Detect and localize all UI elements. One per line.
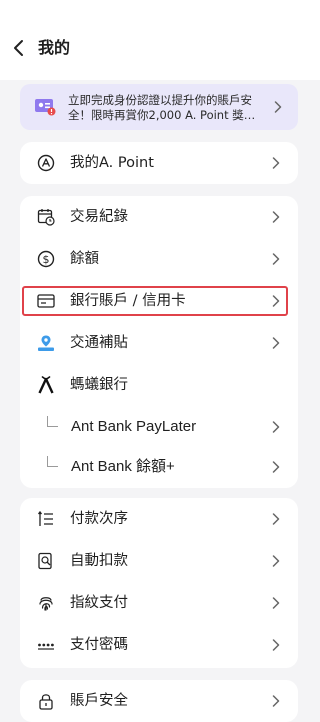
chevron-right-icon bbox=[272, 695, 280, 707]
menu-item-a-point[interactable]: 我的A. Point bbox=[20, 142, 298, 184]
back-arrow-icon[interactable] bbox=[12, 38, 26, 58]
id-card-icon bbox=[35, 99, 56, 116]
payment-menu-card: 付款次序 自動扣款 指紋支付 支付密碼 bbox=[20, 498, 298, 668]
chevron-right-icon bbox=[272, 597, 280, 609]
chevron-right-icon bbox=[272, 295, 280, 307]
menu-item-label: 交通補貼 bbox=[70, 335, 128, 351]
menu-item-label: 餘額 bbox=[70, 251, 99, 267]
lock-icon bbox=[39, 694, 53, 710]
menu-item-ant-bank[interactable]: 螞蟻銀行 bbox=[20, 364, 298, 406]
menu-item-account-security[interactable]: 賬戶安全 bbox=[20, 680, 298, 722]
menu-item-ant-bank-balance-plus[interactable]: Ant Bank 餘額+ bbox=[20, 446, 298, 488]
menu-item-payment-password[interactable]: 支付密碼 bbox=[20, 624, 298, 666]
chevron-right-icon bbox=[272, 461, 280, 473]
menu-item-label: Ant Bank 餘額+ bbox=[71, 458, 175, 475]
menu-item-label: 指紋支付 bbox=[70, 595, 128, 611]
svg-text:$: $ bbox=[43, 253, 50, 266]
chevron-right-icon bbox=[272, 421, 280, 433]
menu-item-auto-debit[interactable]: 自動扣款 bbox=[20, 540, 298, 582]
menu-item-label: 付款次序 bbox=[70, 511, 128, 527]
menu-item-fingerprint-pay[interactable]: 指紋支付 bbox=[20, 582, 298, 624]
menu-item-ant-bank-paylater[interactable]: Ant Bank PayLater bbox=[20, 406, 298, 448]
menu-item-label: 交易紀錄 bbox=[70, 209, 128, 225]
calendar-clock-icon bbox=[37, 209, 55, 226]
chevron-right-icon bbox=[272, 211, 280, 223]
menu-item-transport-subsidy[interactable]: 交通補貼 bbox=[20, 322, 298, 364]
menu-item-label: 我的A. Point bbox=[70, 155, 154, 171]
identity-verification-banner[interactable]: 立即完成身份認證以提升你的賬戶安全！限時再賞你2,000 A. Point 獎… bbox=[20, 84, 298, 130]
menu-item-transactions[interactable]: 交易紀錄 bbox=[20, 196, 298, 238]
page-title: 我的 bbox=[38, 38, 71, 57]
menu-item-bank-cards[interactable]: 銀行賬戶 / 信用卡 bbox=[20, 280, 298, 322]
chevron-right-icon bbox=[272, 639, 280, 651]
location-pin-icon bbox=[38, 335, 54, 351]
menu-item-balance[interactable]: $ 餘額 bbox=[20, 238, 298, 280]
menu-item-label: 支付密碼 bbox=[70, 637, 128, 653]
menu-item-label: 自動扣款 bbox=[70, 553, 128, 569]
password-dots-icon bbox=[38, 643, 54, 650]
ant-bank-logo-icon bbox=[38, 376, 54, 394]
card-icon bbox=[37, 294, 55, 308]
main-menu-card: 交易紀錄 $ 餘額 銀行賬戶 / 信用卡 交通補貼 螞蟻銀行 Ant Bank … bbox=[20, 196, 298, 488]
tree-branch-icon bbox=[47, 456, 58, 467]
sort-list-icon bbox=[37, 510, 53, 526]
security-menu-card: 賬戶安全 bbox=[20, 680, 298, 722]
menu-item-label: 賬戶安全 bbox=[70, 693, 128, 709]
chevron-right-icon bbox=[274, 101, 282, 113]
chevron-right-icon bbox=[272, 337, 280, 349]
menu-item-label: Ant Bank PayLater bbox=[71, 418, 197, 435]
app-header: 我的 bbox=[0, 0, 320, 80]
auto-debit-icon bbox=[38, 552, 52, 570]
chevron-right-icon bbox=[272, 157, 280, 169]
dollar-circle-icon: $ bbox=[37, 250, 55, 268]
chevron-right-icon bbox=[272, 253, 280, 265]
point-card: 我的A. Point bbox=[20, 142, 298, 184]
banner-text: 立即完成身份認證以提升你的賬戶安全！限時再賞你2,000 A. Point 獎… bbox=[68, 93, 256, 122]
fingerprint-icon bbox=[39, 597, 53, 611]
menu-item-label: 螞蟻銀行 bbox=[70, 377, 128, 393]
chevron-right-icon bbox=[272, 555, 280, 567]
tree-branch-icon bbox=[47, 416, 58, 427]
menu-item-label: 銀行賬戶 / 信用卡 bbox=[70, 293, 186, 309]
menu-item-payment-order[interactable]: 付款次序 bbox=[20, 498, 298, 540]
chevron-right-icon bbox=[272, 513, 280, 525]
a-point-icon bbox=[37, 154, 55, 172]
